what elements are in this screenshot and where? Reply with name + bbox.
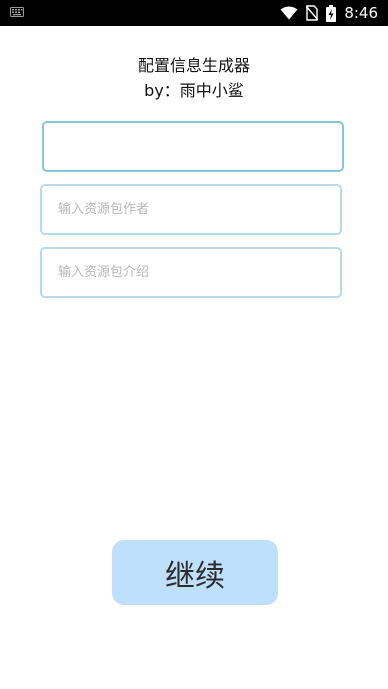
continue-button[interactable]: 继续 bbox=[112, 540, 278, 605]
continue-button-label: 继续 bbox=[165, 558, 225, 594]
page-title: 配置信息生成器 bbox=[137, 56, 250, 75]
resource-pack-name-input[interactable] bbox=[42, 121, 344, 172]
page-subtitle: by：雨中小鲨 bbox=[144, 81, 244, 100]
resource-pack-author-input[interactable] bbox=[40, 184, 342, 235]
status-bar: 8:46 bbox=[0, 0, 388, 26]
status-icons: 8:46 bbox=[280, 3, 378, 23]
wifi-icon bbox=[280, 6, 298, 20]
status-time: 8:46 bbox=[344, 4, 378, 22]
battery-charging-icon bbox=[326, 4, 337, 22]
resource-pack-description-input[interactable] bbox=[40, 247, 342, 298]
keyboard-icon bbox=[10, 7, 24, 17]
no-sim-icon bbox=[306, 5, 319, 21]
